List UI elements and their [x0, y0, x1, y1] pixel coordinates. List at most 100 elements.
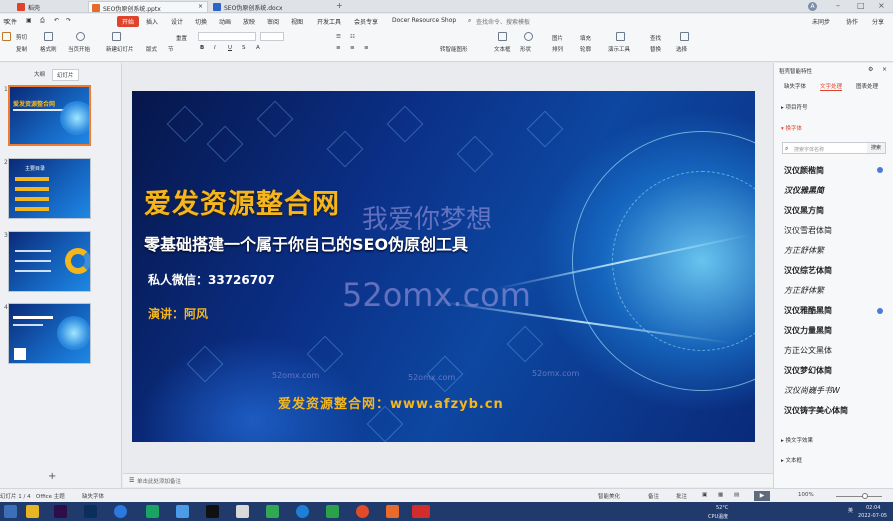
app-icon[interactable]: [236, 505, 249, 518]
font-search-input[interactable]: 搜索字体名称: [794, 146, 824, 153]
underline-icon[interactable]: U: [228, 45, 232, 51]
menu-file[interactable]: 文件: [5, 17, 17, 26]
find-button[interactable]: 查找: [650, 34, 661, 42]
text-box-icon[interactable]: [498, 32, 507, 41]
font-option[interactable]: 汉仪梦幻体简: [784, 365, 832, 376]
app-icon[interactable]: [326, 505, 339, 518]
close-icon[interactable]: ×: [198, 3, 203, 10]
convert-smartart-button[interactable]: 转智能图形: [440, 45, 468, 53]
normal-view-icon[interactable]: ▣: [702, 492, 707, 498]
share-button[interactable]: 分享: [872, 17, 884, 26]
menu-slideshow[interactable]: 放映: [243, 17, 255, 26]
font-search-box[interactable]: ⌕ 搜索字体名称 搜索: [782, 142, 886, 154]
font-option[interactable]: 方正舒体繁: [784, 285, 824, 296]
tab-chart-processing[interactable]: 图表处理: [856, 82, 878, 90]
slide[interactable]: 爱发资源整合网 我爱你梦想 零基础搭建一个属于你自己的SEO伪原创工具 私人微信…: [132, 91, 755, 442]
textbox-section[interactable]: ▸ 文本框: [781, 456, 802, 464]
shape-icon[interactable]: [524, 32, 533, 41]
slide-title[interactable]: 爱发资源整合网: [144, 182, 340, 221]
slide-speaker[interactable]: 演讲：阿风: [148, 305, 208, 322]
app-icon[interactable]: [176, 505, 189, 518]
text-effects-section[interactable]: ▸ 换文字效果: [781, 436, 813, 444]
explorer-icon[interactable]: [26, 505, 39, 518]
outline-button[interactable]: 轮廓: [580, 45, 591, 53]
zoom-slider[interactable]: [836, 496, 882, 497]
notes-toggle[interactable]: 备注: [648, 492, 659, 500]
bullets-icon[interactable]: ☰: [336, 34, 341, 40]
menu-animation[interactable]: 动画: [219, 17, 231, 26]
slide-thumbnail-4[interactable]: 4: [4, 303, 118, 367]
font-option[interactable]: 汉仪尚巍手书W: [784, 385, 840, 396]
font-option[interactable]: 汉仪颜楷简: [784, 165, 824, 176]
font-option[interactable]: 汉仪黑方简: [784, 205, 824, 216]
format-painter-button[interactable]: 格式刷: [40, 45, 57, 53]
command-search[interactable]: 查找命令、搜索模板: [476, 17, 530, 26]
slide-footer[interactable]: 爱发资源整合网：www.afzyb.cn: [278, 393, 504, 412]
settings-icon[interactable]: ⚙: [868, 66, 873, 73]
slideshow-play-icon[interactable]: ▶: [754, 491, 770, 501]
tab-missing-font[interactable]: 缺失字体: [784, 82, 806, 90]
app-k-icon[interactable]: [114, 505, 127, 518]
replace-button[interactable]: 替换: [650, 45, 661, 53]
reading-view-icon[interactable]: ▤: [734, 492, 739, 498]
play-from-current-button[interactable]: 当页开始: [68, 45, 90, 53]
align-left-icon[interactable]: ≡: [336, 45, 341, 51]
fill-button[interactable]: 填充: [580, 34, 591, 42]
notes-placeholder[interactable]: 单击此处添加备注: [137, 477, 181, 485]
chrome-icon[interactable]: [356, 505, 369, 518]
print-icon[interactable]: ⎙: [40, 17, 45, 25]
font-option[interactable]: 汉仪力量黑简: [784, 325, 832, 336]
presentation-tools-icon[interactable]: [616, 32, 625, 41]
menu-review[interactable]: 审阅: [267, 17, 279, 26]
arrange-button[interactable]: 排列: [552, 45, 563, 53]
menu-design[interactable]: 设计: [171, 17, 183, 26]
sync-status[interactable]: 未同步: [812, 17, 830, 26]
zoom-level[interactable]: 100%: [798, 492, 814, 498]
clock-time[interactable]: 02:04: [866, 505, 880, 511]
close-icon[interactable]: ×: [882, 66, 887, 73]
font-option[interactable]: 方正舒体繁: [784, 245, 824, 256]
close-window-icon[interactable]: ×: [878, 1, 885, 10]
font-option[interactable]: 汉仪雅酷黑简: [784, 305, 832, 316]
undo-icon[interactable]: ↶: [54, 17, 59, 24]
align-center-icon[interactable]: ≡: [350, 45, 355, 51]
app-icon[interactable]: [266, 505, 279, 518]
reset-button[interactable]: 重置: [176, 34, 187, 42]
picture-button[interactable]: 图片: [552, 34, 563, 42]
edge-icon[interactable]: [296, 505, 309, 518]
new-tab-button[interactable]: +: [336, 1, 343, 10]
save-icon[interactable]: ▣: [26, 17, 32, 24]
font-search-button[interactable]: 搜索: [867, 143, 885, 153]
font-option[interactable]: 方正公文黑体: [784, 345, 832, 356]
tab-docx[interactable]: SEO伪原创系统.docx: [210, 1, 330, 12]
smart-beautify-button[interactable]: 智能美化: [598, 492, 620, 500]
numbering-icon[interactable]: ☷: [350, 34, 355, 40]
shadow-text-icon[interactable]: S: [242, 45, 246, 51]
menu-developer[interactable]: 开发工具: [317, 17, 341, 26]
slide-thumbnail-3[interactable]: 3: [4, 231, 118, 295]
qq-icon[interactable]: [206, 505, 219, 518]
menu-insert[interactable]: 插入: [146, 17, 158, 26]
theme-name[interactable]: Office 主题: [36, 492, 65, 500]
zoom-slider-handle[interactable]: [862, 493, 868, 499]
bullets-section[interactable]: ▸ 项目符号: [781, 103, 808, 111]
font-option[interactable]: 汉仪综艺体简: [784, 265, 832, 276]
add-slide-button[interactable]: +: [48, 471, 56, 482]
slide-wechat[interactable]: 私人微信：33726707: [148, 271, 275, 288]
slide-subtitle[interactable]: 零基础搭建一个属于你自己的SEO伪原创工具: [144, 231, 468, 255]
maximize-icon[interactable]: □: [857, 1, 865, 10]
slide-thumbnail-2[interactable]: 2 主要目录: [4, 158, 118, 222]
minimize-icon[interactable]: –: [836, 1, 840, 10]
font-option[interactable]: 汉仪铸字美心体简: [784, 405, 848, 416]
align-right-icon[interactable]: ≡: [364, 45, 369, 51]
paste-icon[interactable]: [2, 32, 11, 41]
slide-thumbnail-1[interactable]: 1 爱发资源整合网: [4, 85, 118, 149]
font-size-select[interactable]: [260, 32, 284, 41]
app-icon[interactable]: [386, 505, 399, 518]
photoshop-icon[interactable]: [84, 505, 97, 518]
collaborate-button[interactable]: 协作: [846, 17, 858, 26]
new-slide-button[interactable]: 新建幻灯片: [106, 45, 134, 53]
redo-icon[interactable]: ↷: [66, 17, 71, 24]
new-slide-icon[interactable]: [112, 32, 121, 41]
font-family-select[interactable]: [198, 32, 256, 41]
